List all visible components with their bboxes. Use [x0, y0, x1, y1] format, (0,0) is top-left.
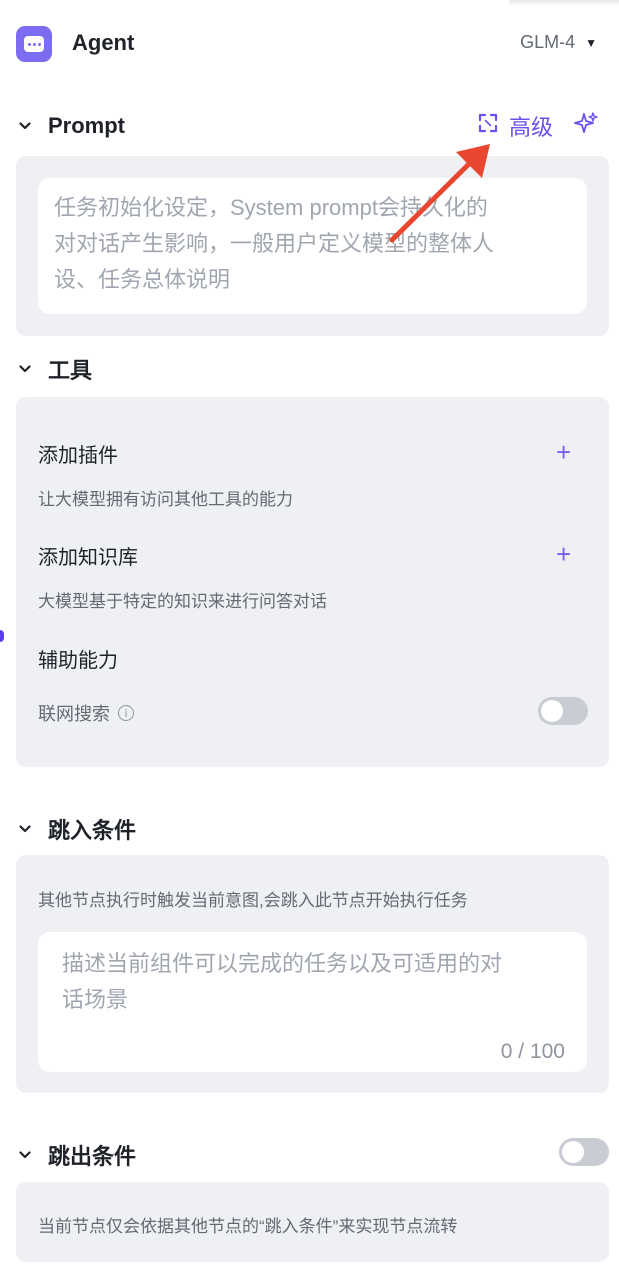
add-plugin-title: 添加插件	[38, 445, 118, 467]
chevron-down-icon[interactable]	[18, 119, 32, 133]
sparkle-icon[interactable]	[573, 111, 599, 142]
model-select-value: GLM-4	[520, 32, 576, 52]
system-prompt-textarea[interactable]: 任务初始化设定，System prompt会持久化的 对对话产生影响，一般用户定…	[38, 178, 587, 314]
toggle-knob	[562, 1141, 584, 1163]
chat-bubble-icon	[24, 36, 44, 52]
exit-condition-title: 跳出条件	[48, 1144, 137, 1169]
exit-condition-toggle[interactable]	[559, 1138, 609, 1166]
add-knowledge-title: 添加知识库	[38, 547, 138, 569]
prompt-section-header[interactable]: Prompt	[18, 113, 125, 139]
placeholder-line: 设、任务总体说明	[54, 267, 231, 292]
node-title: Agent	[72, 30, 135, 55]
info-icon[interactable]: i	[118, 705, 134, 721]
annotation-arrow	[389, 144, 490, 243]
enter-condition-desc: 其他节点执行时触发当前意图,会跳入此节点开始执行任务	[38, 891, 468, 910]
chevron-down-icon[interactable]	[18, 362, 32, 376]
add-plugin-plus-icon[interactable]: +	[556, 439, 571, 465]
edge-connector-dot[interactable]	[0, 630, 4, 642]
placeholder-line: 描述当前组件可以完成的任务以及可适用的对	[62, 951, 503, 976]
advanced-label: 高级	[508, 115, 553, 140]
caret-down-icon: ▼	[585, 35, 597, 50]
enter-condition-placeholder: 描述当前组件可以完成的任务以及可适用的对 话场景	[62, 946, 572, 1018]
enter-condition-header[interactable]: 跳入条件	[18, 813, 136, 845]
expand-icon	[477, 112, 499, 140]
web-search-label: 联网搜索	[38, 704, 110, 724]
model-select[interactable]: GLM-4 ▼	[520, 32, 597, 53]
prompt-section-title: Prompt	[48, 113, 125, 138]
tools-section-header[interactable]: 工具	[18, 353, 92, 385]
web-search-toggle[interactable]	[538, 697, 588, 725]
exit-condition-header[interactable]: 跳出条件	[18, 1139, 136, 1171]
add-knowledge-desc: 大模型基于特定的知识来进行问答对话	[38, 592, 327, 611]
prompt-actions: 高级	[477, 110, 599, 142]
enter-condition-textarea[interactable]: 描述当前组件可以完成的任务以及可适用的对 话场景 0 / 100	[38, 932, 587, 1072]
add-knowledge-plus-icon[interactable]: +	[556, 541, 571, 567]
exit-condition-desc: 当前节点仅会依据其他节点的“跳入条件”来实现节点流转	[38, 1217, 458, 1236]
toggle-knob	[541, 700, 563, 722]
agent-app-icon	[16, 26, 52, 62]
char-counter: 0 / 100	[500, 1040, 565, 1063]
enter-condition-title: 跳入条件	[48, 818, 137, 843]
chevron-down-icon[interactable]	[18, 1148, 32, 1162]
web-search-row: 联网搜索 i	[38, 700, 134, 726]
advanced-button[interactable]: 高级	[477, 110, 553, 142]
placeholder-line: 话场景	[62, 987, 129, 1012]
assist-title: 辅助能力	[38, 650, 118, 672]
tools-section-title: 工具	[48, 358, 93, 383]
add-plugin-desc: 让大模型拥有访问其他工具的能力	[38, 490, 293, 509]
chevron-down-icon[interactable]	[18, 822, 32, 836]
top-edge-shadow	[509, 0, 619, 6]
